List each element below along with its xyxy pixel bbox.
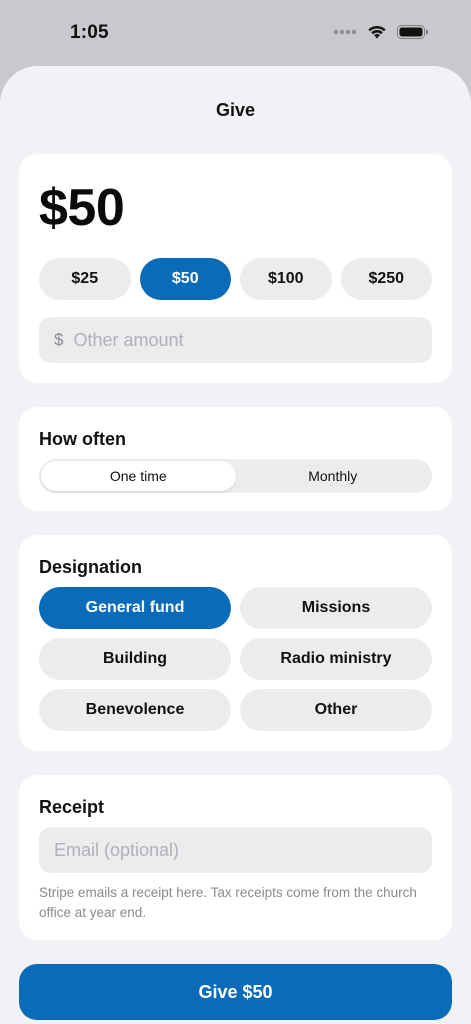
other-amount-field[interactable]: $ Other amount [39,317,432,363]
designation-card: Designation General fund Missions Buildi… [19,535,452,751]
segment-one-time[interactable]: One time [41,461,236,491]
status-icons [333,24,429,39]
frequency-label: How often [39,429,126,449]
segment-monthly[interactable]: Monthly [236,461,431,491]
give-button[interactable]: Give $50 [19,964,452,1020]
receipt-card: Receipt Email (optional) Stripe emails a… [19,775,452,940]
sheet-title: Give [215,100,256,120]
designation-options: General fund Missions Building Radio min… [39,587,432,731]
other-amount-placeholder: Other amount [73,329,184,350]
designation-general-fund[interactable]: General fund [39,587,231,629]
frequency-segmented-control: One time Monthly [39,459,432,493]
email-placeholder: Email (optional) [54,839,180,860]
amount-preset-250[interactable]: $250 [340,258,432,300]
amount-presets: $25 $50 $100 $250 [39,258,432,300]
designation-label: Designation [39,557,143,577]
battery-icon [397,24,428,39]
amount-preset-25[interactable]: $25 [39,258,131,300]
designation-benevolence[interactable]: Benevolence [39,689,231,731]
designation-building[interactable]: Building [39,638,231,680]
amount-preset-100[interactable]: $100 [240,258,332,300]
receipt-label: Receipt [39,797,105,817]
email-field[interactable]: Email (optional) [39,827,432,873]
designation-radio-ministry[interactable]: Radio ministry [240,638,432,680]
selected-amount-display: $50 [39,179,125,237]
currency-sign: $ [54,330,64,349]
receipt-note: Stripe emails a receipt here. Tax receip… [39,885,417,920]
amount-card: $50 $25 $50 $100 $250 $ Other amount [19,154,452,383]
designation-other[interactable]: Other [240,689,432,731]
status-time: 1:05 [70,22,109,43]
amount-preset-50[interactable]: $50 [139,258,231,300]
give-sheet: Give $50 $25 $50 $100 $250 $ Other amoun… [0,66,471,1024]
frequency-card: How often One time Monthly [19,407,452,511]
cellular-signal-icon [333,29,357,34]
status-bar: 1:05 [0,0,471,66]
designation-missions[interactable]: Missions [240,587,432,629]
wifi-icon [368,25,386,39]
